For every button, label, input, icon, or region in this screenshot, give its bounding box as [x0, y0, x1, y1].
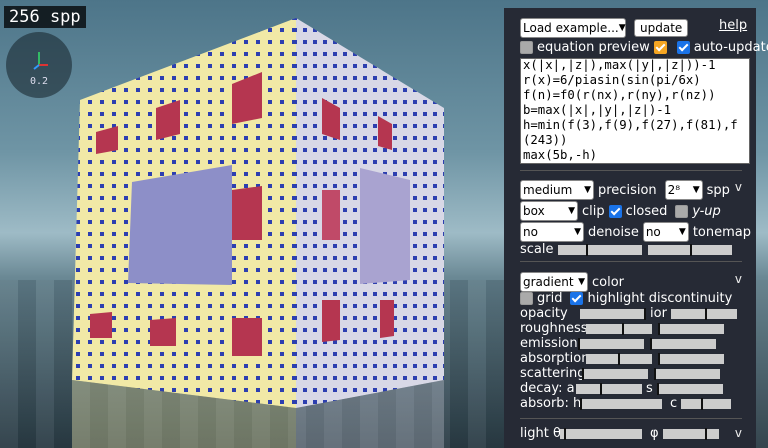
chevron-down-icon: ▼	[568, 206, 575, 216]
scale-slider-1[interactable]	[557, 243, 642, 256]
chevron-down-icon: ▼	[618, 23, 626, 33]
spp-value: 2⁸	[667, 183, 681, 197]
collapse-chevron[interactable]: v	[735, 426, 742, 440]
denoise-value: no	[523, 225, 538, 239]
c-label: c	[670, 396, 678, 411]
absorption-slider-1[interactable]	[586, 352, 652, 365]
s-label: s	[646, 381, 653, 396]
axis-gizmo[interactable]: 0.2	[6, 32, 72, 98]
auto-update-label: auto-update	[693, 40, 768, 55]
scale-label: scale	[520, 242, 554, 257]
scattering-label: scattering	[520, 366, 586, 381]
color-select[interactable]: gradient ▼	[520, 272, 588, 292]
scattering-slider-1[interactable]	[582, 367, 648, 380]
denoise-label: denoise	[588, 224, 639, 240]
axis-icon	[33, 52, 48, 70]
decay-s-slider[interactable]	[656, 382, 723, 395]
ior-slider[interactable]	[670, 307, 737, 320]
absorb-c-slider[interactable]	[681, 397, 732, 410]
absorb-h-slider[interactable]	[580, 397, 662, 410]
collapse-chevron[interactable]: v	[735, 180, 742, 194]
emission-slider-2[interactable]	[650, 337, 716, 350]
precision-select[interactable]: medium ▼	[520, 180, 594, 200]
divider	[520, 170, 742, 171]
clip-label: clip	[582, 203, 605, 219]
equation-preview-checkbox[interactable]	[520, 41, 533, 54]
control-panel: Load example... ▼ update help equation p…	[504, 8, 768, 448]
decay-a-slider[interactable]	[576, 382, 642, 395]
emission-slider-1[interactable]	[578, 337, 644, 350]
absorb-label: absorb: h	[520, 396, 582, 411]
help-link[interactable]: help	[719, 18, 747, 33]
roughness-slider-2[interactable]	[658, 322, 724, 335]
emission-label: emission	[520, 336, 578, 351]
absorption-slider-2[interactable]	[658, 352, 724, 365]
grid-label: grid	[537, 291, 563, 306]
divider	[520, 418, 742, 419]
roughness-slider-1[interactable]	[586, 322, 652, 335]
divider	[520, 261, 742, 262]
clip-select[interactable]: box ▼	[520, 201, 578, 221]
chevron-down-icon: ▼	[574, 227, 581, 237]
scattering-slider-2[interactable]	[654, 367, 720, 380]
roughness-label: roughness	[520, 321, 588, 336]
collapse-chevron[interactable]: v	[735, 272, 742, 286]
grid-checkbox[interactable]	[520, 292, 533, 305]
highlight-label: highlight discontinuity	[587, 291, 733, 306]
absorption-label: absorption	[520, 351, 590, 366]
denoise-select[interactable]: no ▼	[520, 222, 584, 242]
load-example-select[interactable]: Load example... ▼	[520, 18, 626, 38]
chevron-down-icon: ▼	[584, 185, 591, 195]
clip-value: box	[523, 204, 545, 218]
opacity-label: opacity	[520, 306, 568, 321]
spp-label: spp	[706, 182, 730, 198]
light-phi-slider[interactable]	[662, 427, 719, 440]
auto-update-checkbox[interactable]	[676, 41, 690, 54]
tonemap-label: tonemap	[692, 224, 751, 240]
decay-label: decay: a	[520, 381, 575, 396]
light-theta-label: light θ	[520, 426, 561, 441]
equation-text: x(|x|,|z|),max(|y|,|z|))-1 r(x)=6/piasin…	[523, 58, 738, 162]
scale-slider-2[interactable]	[647, 243, 732, 256]
chevron-down-icon: ▼	[678, 227, 686, 237]
closed-label: closed	[625, 203, 668, 219]
closed-checkbox[interactable]	[608, 204, 622, 218]
orange-checkbox[interactable]	[653, 41, 667, 54]
light-phi-label: φ	[650, 426, 659, 441]
load-example-label: Load example...	[523, 21, 619, 35]
y-up-checkbox[interactable]	[675, 204, 689, 218]
equation-preview-label: equation preview	[537, 40, 650, 55]
spp-select[interactable]: 2⁸ ▼	[664, 180, 703, 200]
color-label: color	[592, 274, 625, 290]
chevron-down-icon: ▼	[578, 277, 585, 287]
ior-label: ior	[650, 306, 667, 321]
precision-label: precision	[598, 182, 657, 198]
opacity-slider[interactable]	[580, 307, 646, 320]
equation-editor[interactable]: x(|x|,|z|),max(|y|,|z|))-1 r(x)=6/piasin…	[520, 58, 750, 164]
color-value: gradient	[523, 275, 574, 289]
spp-counter: 256 spp	[4, 6, 86, 28]
tonemap-select[interactable]: no ▼	[642, 222, 689, 242]
tonemap-value: no	[645, 225, 661, 239]
y-up-label: y-up	[692, 203, 721, 219]
light-theta-slider[interactable]	[560, 427, 642, 440]
zoom-value: 0.2	[29, 76, 49, 87]
chevron-down-icon: ▼	[692, 185, 700, 195]
update-button[interactable]: update	[634, 19, 689, 37]
precision-value: medium	[523, 183, 573, 197]
highlight-checkbox[interactable]	[570, 292, 584, 305]
